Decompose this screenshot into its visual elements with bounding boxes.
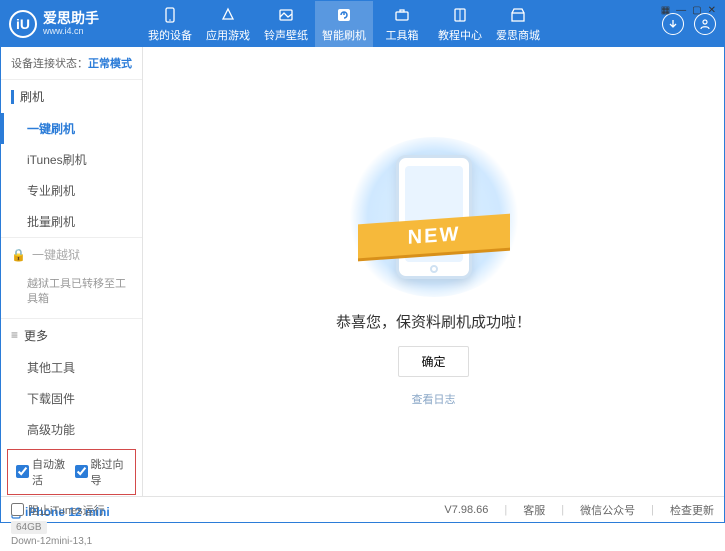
nav-flash[interactable]: 智能刷机 bbox=[315, 1, 373, 47]
auto-activate-checkbox[interactable]: 自动激活 bbox=[16, 456, 69, 488]
phone-icon bbox=[161, 6, 179, 24]
nav-toolbox[interactable]: 工具箱 bbox=[373, 1, 431, 47]
nav-label: 应用游戏 bbox=[206, 27, 250, 43]
nav-label: 工具箱 bbox=[386, 27, 419, 43]
min-icon[interactable]: — bbox=[676, 5, 686, 16]
more-icon: ≡ bbox=[11, 328, 18, 342]
nav-tutorials[interactable]: 教程中心 bbox=[431, 1, 489, 47]
block-itunes-label: 阻止iTunes运行 bbox=[28, 502, 105, 518]
logo-icon: iU bbox=[9, 10, 37, 38]
menu-icon[interactable]: ▦ bbox=[661, 5, 670, 16]
nav-label: 爱思商城 bbox=[496, 27, 540, 43]
sidebar-flash-section: 刷机 一键刷机 iTunes刷机 专业刷机 批量刷机 bbox=[1, 80, 142, 238]
apps-icon bbox=[219, 6, 237, 24]
accent-bar bbox=[11, 90, 14, 104]
app-name: 爱思助手 bbox=[43, 11, 99, 26]
connection-status: 设备连接状态：正常模式 bbox=[1, 47, 142, 80]
sidebar-item-advanced[interactable]: 高级功能 bbox=[1, 414, 142, 445]
store-icon bbox=[509, 6, 527, 24]
sidebar-item-oneclick[interactable]: 一键刷机 bbox=[1, 113, 142, 144]
sidebar-item-firmware[interactable]: 下载固件 bbox=[1, 383, 142, 414]
titlebar: iU 爱思助手 www.i4.cn 我的设备 应用游戏 铃声壁纸 智能刷机 bbox=[1, 1, 724, 47]
nav-ringtones[interactable]: 铃声壁纸 bbox=[257, 1, 315, 47]
nav-label: 教程中心 bbox=[438, 27, 482, 43]
illustration: NEW bbox=[344, 137, 524, 297]
ok-button[interactable]: 确定 bbox=[398, 346, 468, 377]
sidebar-jailbreak-head: 🔒 一键越狱 bbox=[1, 238, 142, 271]
update-link[interactable]: 检查更新 bbox=[670, 502, 714, 518]
service-link[interactable]: 客服 bbox=[523, 502, 545, 518]
sidebar-jailbreak-section: 🔒 一键越狱 越狱工具已转移至工具箱 bbox=[1, 238, 142, 319]
sidebar-more-section: ≡ 更多 其他工具 下载固件 高级功能 bbox=[1, 319, 142, 445]
sidebar-jailbreak-title: 一键越狱 bbox=[32, 246, 80, 263]
sidebar-item-batch[interactable]: 批量刷机 bbox=[1, 206, 142, 237]
skip-guide-label: 跳过向导 bbox=[91, 456, 128, 488]
skip-guide-checkbox[interactable]: 跳过向导 bbox=[75, 456, 128, 488]
download-icon[interactable] bbox=[662, 13, 684, 35]
options-row: 自动激活 跳过向导 bbox=[7, 449, 136, 495]
nav-apps[interactable]: 应用游戏 bbox=[199, 1, 257, 47]
sidebar: 设备连接状态：正常模式 刷机 一键刷机 iTunes刷机 专业刷机 批量刷机 🔒… bbox=[1, 47, 143, 496]
view-log-link[interactable]: 查看日志 bbox=[412, 391, 456, 407]
auto-activate-label: 自动激活 bbox=[32, 456, 69, 488]
flash-icon bbox=[335, 6, 353, 24]
wechat-link[interactable]: 微信公众号 bbox=[580, 502, 635, 518]
wallpaper-icon bbox=[277, 6, 295, 24]
titlebar-right bbox=[662, 13, 716, 35]
lock-icon: 🔒 bbox=[11, 248, 26, 262]
version-label: V7.98.66 bbox=[444, 504, 488, 516]
app-url: www.i4.cn bbox=[43, 27, 99, 37]
sidebar-item-itunes[interactable]: iTunes刷机 bbox=[1, 144, 142, 175]
nav-store[interactable]: 爱思商城 bbox=[489, 1, 547, 47]
sidebar-jailbreak-note: 越狱工具已转移至工具箱 bbox=[1, 271, 142, 318]
block-itunes-checkbox[interactable]: 阻止iTunes运行 bbox=[11, 502, 105, 518]
nav-label: 智能刷机 bbox=[322, 27, 366, 43]
sidebar-more-title: 更多 bbox=[24, 327, 48, 344]
success-message: 恭喜您，保资料刷机成功啦！ bbox=[336, 311, 531, 332]
sidebar-item-pro[interactable]: 专业刷机 bbox=[1, 175, 142, 206]
sidebar-flash-title: 刷机 bbox=[20, 88, 44, 105]
sidebar-flash-head[interactable]: 刷机 bbox=[1, 80, 142, 113]
sidebar-more-head[interactable]: ≡ 更多 bbox=[1, 319, 142, 352]
statusbar: 阻止iTunes运行 V7.98.66 | 客服 | 微信公众号 | 检查更新 bbox=[1, 496, 724, 522]
nav-my-device[interactable]: 我的设备 bbox=[141, 1, 199, 47]
toolbox-icon bbox=[393, 6, 411, 24]
main-panel: NEW 恭喜您，保资料刷机成功啦！ 确定 查看日志 bbox=[143, 47, 724, 496]
max-icon[interactable]: ▢ bbox=[692, 5, 701, 16]
sidebar-item-other[interactable]: 其他工具 bbox=[1, 352, 142, 383]
nav-label: 我的设备 bbox=[148, 27, 192, 43]
book-icon bbox=[451, 6, 469, 24]
nav-label: 铃声壁纸 bbox=[264, 27, 308, 43]
close-icon[interactable]: ✕ bbox=[708, 5, 716, 16]
body: 设备连接状态：正常模式 刷机 一键刷机 iTunes刷机 专业刷机 批量刷机 🔒… bbox=[1, 47, 724, 496]
connection-label: 设备连接状态： bbox=[11, 58, 88, 70]
success-view: NEW 恭喜您，保资料刷机成功啦！ 确定 查看日志 bbox=[143, 47, 724, 496]
window-controls: ▦ — ▢ ✕ bbox=[661, 5, 716, 16]
app-window: ▦ — ▢ ✕ iU 爱思助手 www.i4.cn 我的设备 应用游戏 铃声壁纸 bbox=[0, 0, 725, 523]
user-icon[interactable] bbox=[694, 13, 716, 35]
logo: iU 爱思助手 www.i4.cn bbox=[9, 10, 129, 38]
device-sub: Down-12mini-13,1 bbox=[11, 536, 132, 547]
connection-value: 正常模式 bbox=[88, 58, 132, 70]
top-nav: 我的设备 应用游戏 铃声壁纸 智能刷机 工具箱 教程中心 bbox=[141, 1, 662, 47]
